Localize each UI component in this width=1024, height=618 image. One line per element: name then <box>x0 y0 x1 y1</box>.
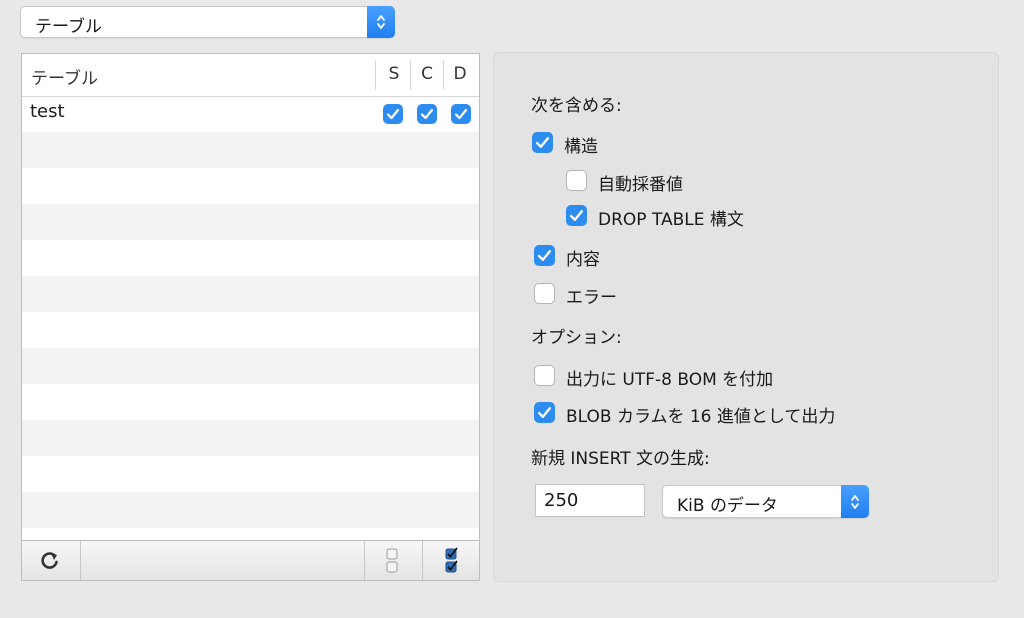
insert-unit-selected: KiB のデータ <box>677 496 778 516</box>
table-rows: test <box>22 96 479 540</box>
empty-row <box>22 276 479 312</box>
options-heading: オプション: <box>531 328 622 348</box>
utf8-bom-checkbox[interactable] <box>534 365 555 386</box>
table-type-selected: テーブル <box>35 17 102 37</box>
toolbar-divider <box>422 541 423 580</box>
table-row-name: test <box>30 101 65 122</box>
toolbar-divider <box>80 541 81 580</box>
empty-row <box>22 348 479 384</box>
column-header-s[interactable]: S <box>378 64 410 84</box>
column-divider <box>375 60 376 90</box>
drop-table-label[interactable]: DROP TABLE 構文 <box>598 205 744 230</box>
empty-row <box>22 384 479 420</box>
check-all-icon[interactable] <box>444 546 460 580</box>
column-header-d[interactable]: D <box>444 64 476 84</box>
empty-row <box>22 492 479 528</box>
blob-hex-label[interactable]: BLOB カラムを 16 進値として出力 <box>566 402 835 427</box>
blob-hex-checkbox[interactable] <box>534 402 555 423</box>
column-header-name[interactable]: テーブル <box>31 64 98 89</box>
insert-size-field[interactable] <box>535 484 645 517</box>
empty-row <box>22 132 479 168</box>
errors-label[interactable]: エラー <box>566 283 617 308</box>
row-drop-checkbox[interactable] <box>451 104 471 124</box>
table-type-popup[interactable]: テーブル <box>20 6 395 38</box>
empty-row <box>22 456 479 492</box>
auto-increment-checkbox[interactable] <box>566 170 587 191</box>
insert-size-input[interactable] <box>536 485 644 516</box>
structure-checkbox[interactable] <box>532 132 553 153</box>
auto-increment-label[interactable]: 自動採番値 <box>598 170 683 195</box>
insert-unit-popup[interactable]: KiB のデータ <box>662 485 869 518</box>
row-structure-checkbox[interactable] <box>383 104 403 124</box>
content-label[interactable]: 内容 <box>566 245 600 270</box>
empty-row <box>22 312 479 348</box>
include-heading: 次を含める: <box>531 96 622 116</box>
drop-table-checkbox[interactable] <box>566 205 587 226</box>
table-row[interactable]: test <box>22 96 479 132</box>
toolbar-divider <box>364 541 365 580</box>
empty-row <box>22 168 479 204</box>
empty-row <box>22 420 479 456</box>
empty-row <box>22 240 479 276</box>
uncheck-all-icon[interactable] <box>385 546 399 580</box>
row-content-checkbox[interactable] <box>417 104 437 124</box>
popup-stepper-icon <box>841 485 869 518</box>
empty-row <box>22 204 479 240</box>
column-header-c[interactable]: C <box>411 64 443 84</box>
popup-stepper-icon <box>367 6 395 38</box>
content-checkbox[interactable] <box>534 245 555 266</box>
utf8-bom-label[interactable]: 出力に UTF-8 BOM を付加 <box>566 365 773 390</box>
structure-label[interactable]: 構造 <box>564 132 598 157</box>
refresh-icon[interactable] <box>38 550 62 572</box>
empty-row <box>22 528 479 540</box>
errors-checkbox[interactable] <box>534 283 555 304</box>
table-list: テーブル S C D test <box>21 53 480 541</box>
table-header: テーブル S C D <box>22 54 479 97</box>
insert-heading: 新規 INSERT 文の生成: <box>531 449 710 469</box>
table-list-toolbar <box>21 541 480 581</box>
